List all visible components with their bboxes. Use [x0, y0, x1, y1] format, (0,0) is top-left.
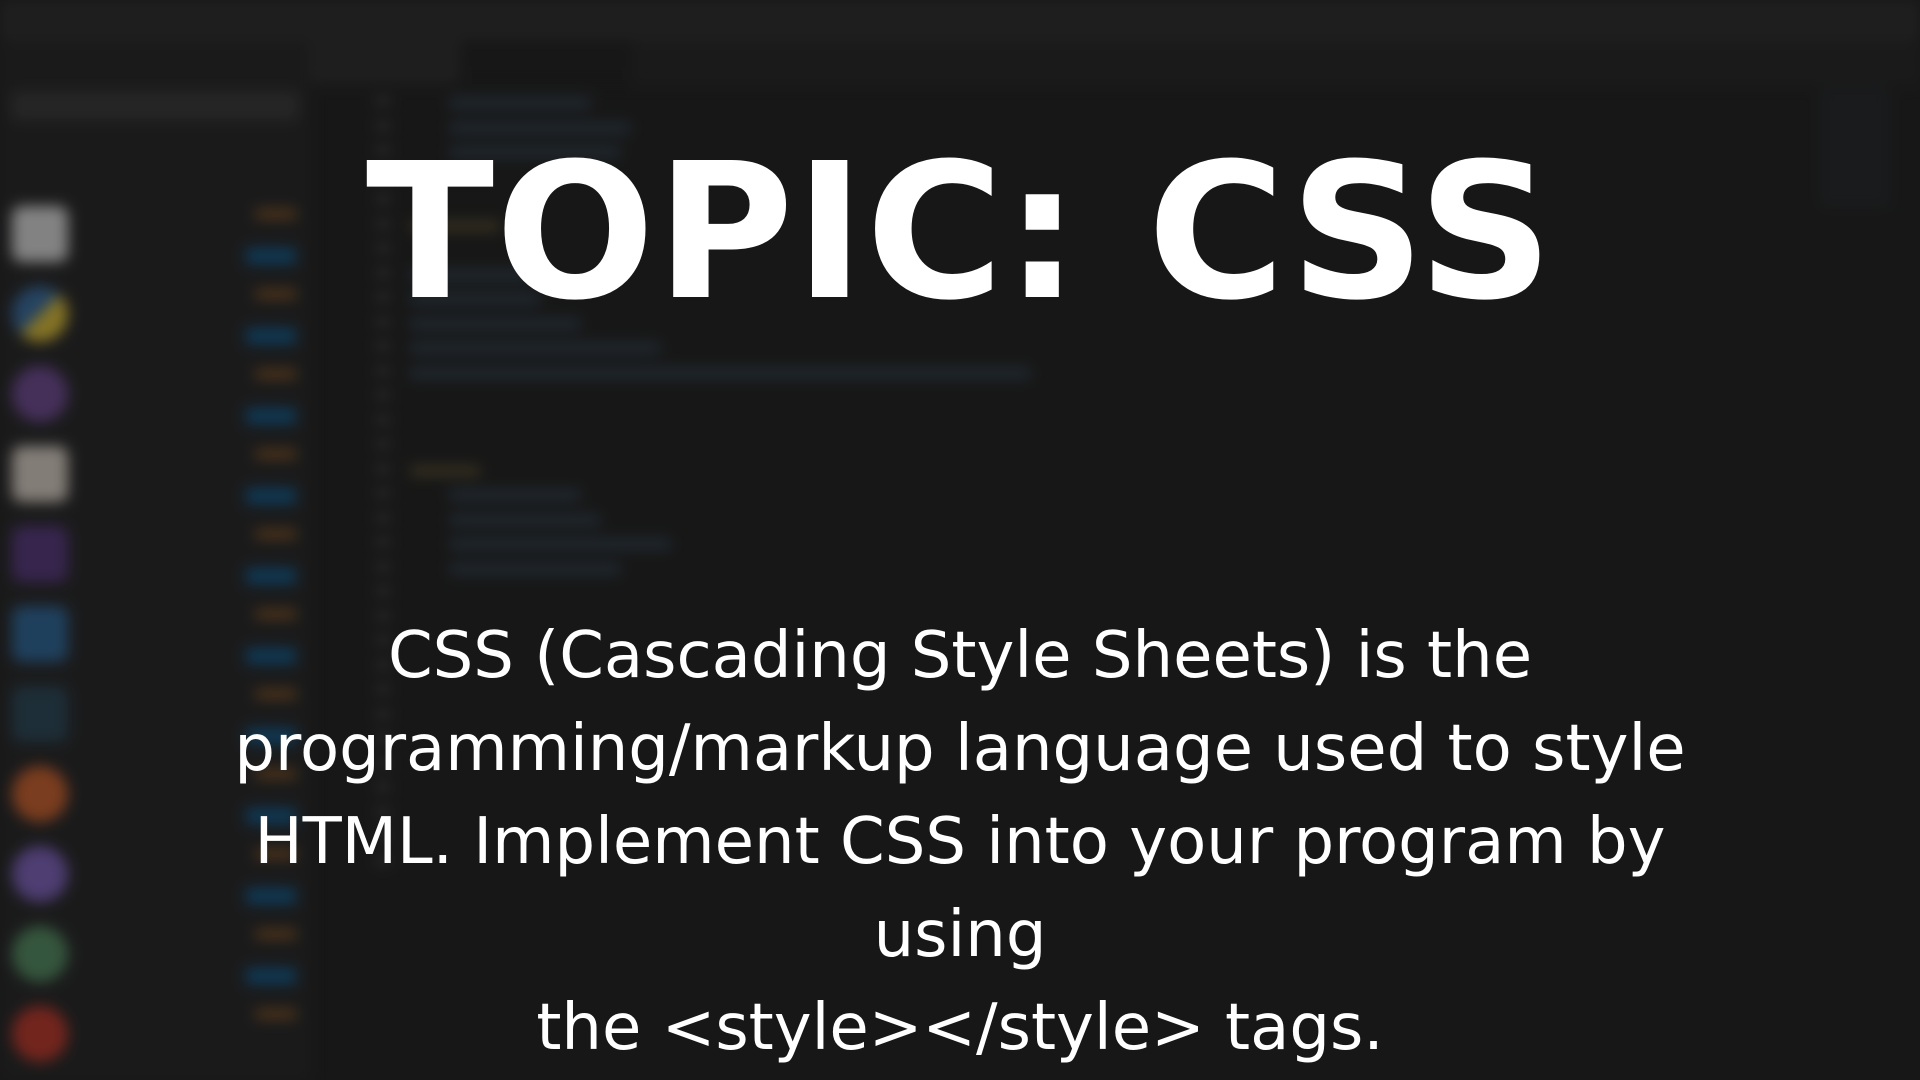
body-line: the <style></style> tags. [536, 991, 1384, 1065]
body-line: programming/markup language used to styl… [234, 712, 1686, 786]
slide-title: TOPIC: CSS [365, 123, 1555, 342]
slide-body: CSS (Cascading Style Sheets) is the prog… [160, 610, 1760, 1075]
body-line: HTML. Implement CSS into your program by… [254, 805, 1666, 972]
body-line: CSS (Cascading Style Sheets) is the [387, 619, 1533, 693]
slide-canvas: TOPIC: CSS CSS (Cascading Style Sheets) … [0, 0, 1920, 1080]
